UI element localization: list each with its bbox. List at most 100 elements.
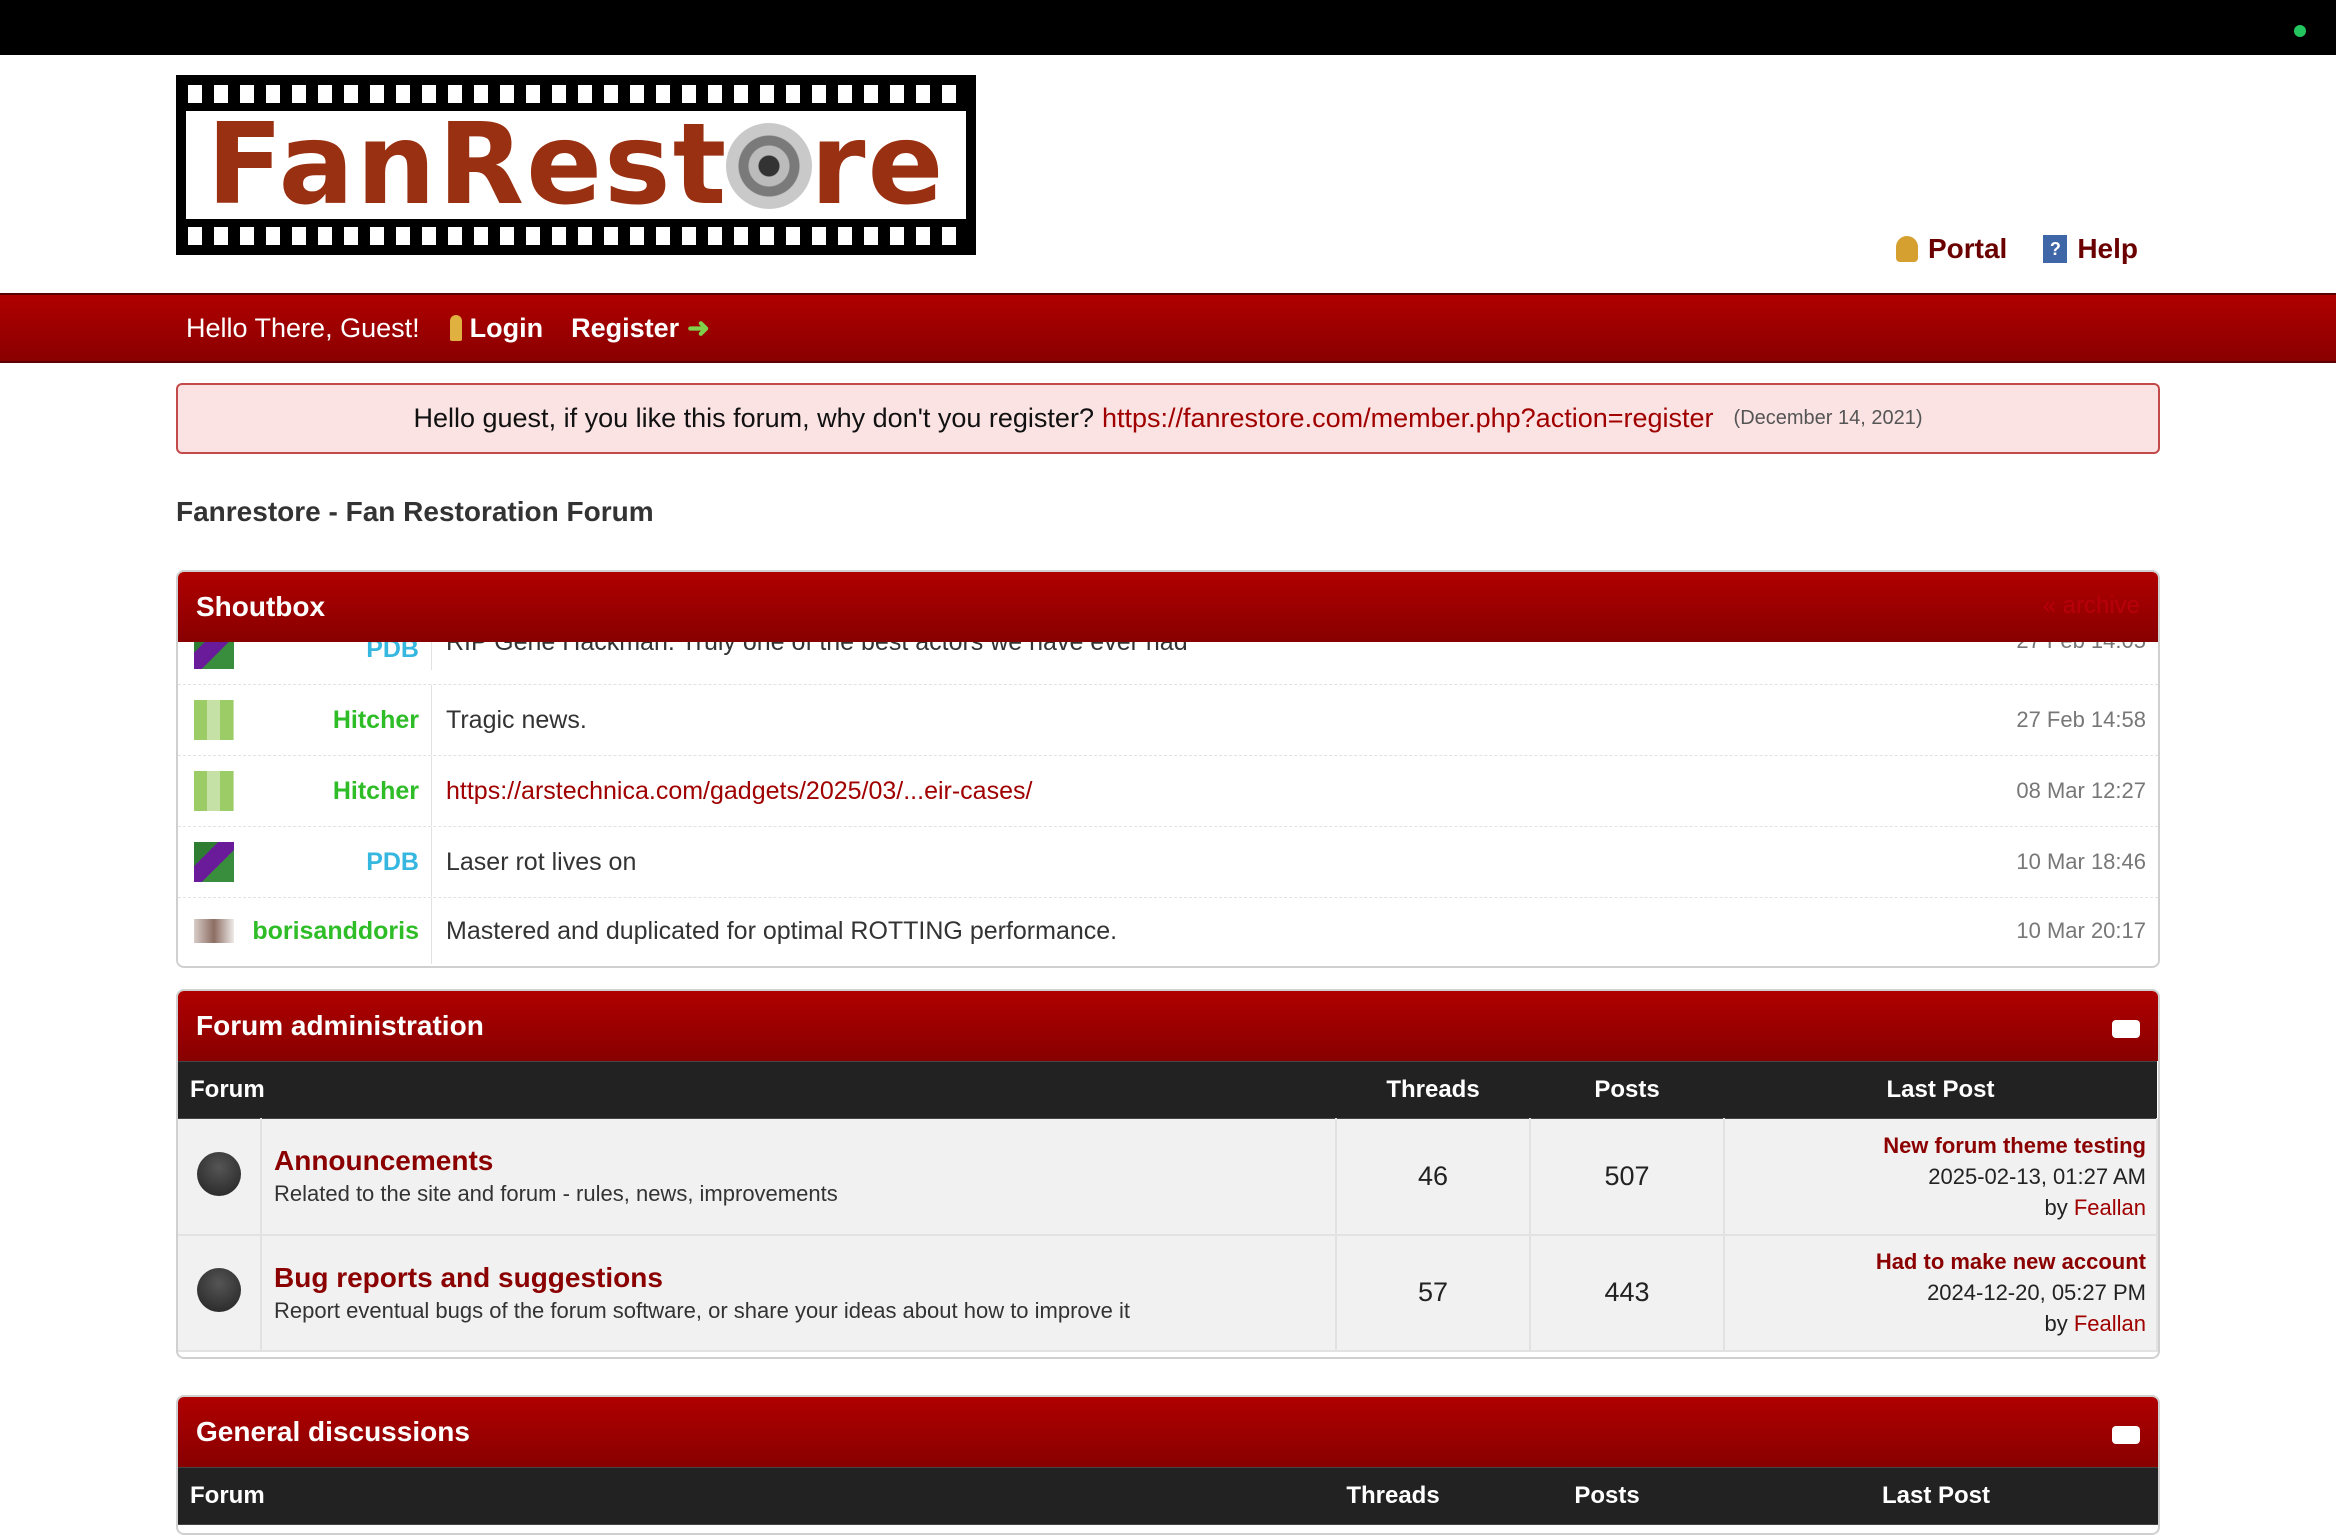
top-links: Portal ? Help — [1895, 233, 2138, 265]
site-logo[interactable]: FanRest re — [176, 75, 976, 255]
forum-status-icon — [197, 1151, 241, 1196]
post-count: 507 — [1530, 1118, 1725, 1236]
key-icon — [449, 315, 462, 341]
forum-status-cell — [178, 1234, 262, 1352]
category-header: General discussions — [178, 1397, 2158, 1467]
shout-username[interactable]: PDB — [366, 848, 419, 877]
last-post-user-link[interactable]: Feallan — [2074, 1195, 2146, 1220]
register-url-link[interactable]: https://fanrestore.com/member.php?action… — [1102, 403, 1714, 434]
last-post-cell: New forum theme testing 2025-02-13, 01:2… — [1724, 1118, 2158, 1236]
login-link[interactable]: Login — [449, 313, 543, 344]
col-forum: Forum — [178, 1467, 1286, 1525]
col-posts: Posts — [1530, 1061, 1724, 1119]
shout-row: PDB Laser rot lives on 10 Mar 18:46 — [178, 827, 2158, 898]
shout-time: 27 Feb 14:58 — [2016, 707, 2146, 732]
shout-message: RIP Gene Hackman. Truly one of the best … — [446, 642, 1188, 656]
shoutbox-title: Shoutbox — [196, 591, 326, 622]
register-link[interactable]: Register ➜ — [571, 313, 710, 344]
shout-message: https://arstechnica.com/gadgets/2025/03/… — [432, 777, 2016, 806]
avatar[interactable] — [194, 642, 234, 669]
shout-message: Mastered and duplicated for optimal ROTT… — [446, 916, 1118, 945]
forum-title-link[interactable]: Bug reports and suggestions — [274, 1262, 663, 1293]
avatar[interactable] — [194, 771, 234, 811]
avatar[interactable] — [194, 842, 234, 882]
last-post-date: 2024-12-20, 05:27 PM — [1927, 1280, 2146, 1305]
table-header-row: Forum Threads Posts Last Post — [178, 1061, 2157, 1119]
help-link[interactable]: ? Help — [2043, 233, 2138, 265]
shout-message: Laser rot lives on — [446, 847, 637, 876]
arrow-right-icon: ➜ — [687, 312, 710, 343]
shout-row: borisanddoris Mastered and duplicated fo… — [178, 898, 2158, 964]
shout-time: 10 Mar 20:17 — [2016, 918, 2146, 943]
shout-time: 27 Feb 14:05 — [2016, 642, 2158, 654]
col-posts: Posts — [1500, 1467, 1714, 1525]
col-threads: Threads — [1286, 1467, 1500, 1525]
forum-info-cell: Announcements Related to the site and fo… — [261, 1118, 1337, 1236]
film-reel-icon — [726, 123, 813, 210]
col-last-post: Last Post — [1714, 1467, 2158, 1525]
notice-text: Hello guest, if you like this forum, why… — [413, 403, 1094, 433]
category-title: General discussions — [196, 1416, 470, 1447]
site-header: FanRest re Portal ? Help — [0, 55, 2336, 293]
forum-description: Report eventual bugs of the forum softwa… — [274, 1297, 1131, 1323]
last-post-by: by Feallan — [2044, 1194, 2146, 1220]
shout-username[interactable]: Hitcher — [333, 706, 419, 735]
logo-inner: FanRest re — [186, 100, 966, 230]
register-notice: Hello guest, if you like this forum, why… — [176, 383, 2160, 454]
shout-link[interactable]: https://arstechnica.com/gadgets/2025/03/… — [446, 777, 1032, 805]
shout-user-cell: borisanddoris — [178, 898, 432, 964]
avatar[interactable] — [194, 919, 234, 943]
notice-date: (December 14, 2021) — [1733, 407, 1923, 429]
last-post-title-link[interactable]: New forum theme testing — [1726, 1130, 2146, 1161]
last-post-user-link[interactable]: Feallan — [2074, 1311, 2146, 1336]
bell-icon — [1895, 236, 1918, 262]
last-post-cell: Had to make new account 2024-12-20, 05:2… — [1724, 1234, 2158, 1352]
forum-status-icon — [197, 1268, 241, 1312]
thread-count: 46 — [1336, 1118, 1531, 1236]
shout-username[interactable]: Hitcher — [333, 777, 419, 806]
avatar[interactable] — [194, 700, 234, 740]
guest-greeting: Hello There, Guest! — [186, 312, 420, 343]
shout-user-cell: PDB — [178, 642, 432, 670]
table-row: Bug reports and suggestions Report event… — [178, 1234, 2158, 1352]
category-header: Forum administration — [178, 991, 2158, 1061]
forum-status-cell — [178, 1118, 262, 1236]
portal-link[interactable]: Portal — [1895, 233, 2007, 265]
category-forum-administration: Forum administration Forum Threads Posts… — [176, 989, 2160, 1359]
forum-title-link[interactable]: Announcements — [274, 1145, 493, 1176]
category-title: Forum administration — [196, 1010, 484, 1041]
film-perforation-bottom — [188, 227, 964, 245]
col-last-post: Last Post — [1724, 1061, 2157, 1119]
help-book-icon: ? — [2043, 235, 2068, 263]
col-threads: Threads — [1336, 1061, 1530, 1119]
shout-message: Tragic news. — [446, 705, 587, 734]
collapse-icon[interactable] — [2112, 1419, 2140, 1451]
category-general-discussions: General discussions Forum Threads Posts … — [176, 1395, 2160, 1535]
forum-table: Forum Threads Posts Last Post Announceme… — [178, 1061, 2158, 1352]
table-header-row: Forum Threads Posts Last Post — [178, 1467, 2158, 1525]
shout-user-cell: Hitcher — [178, 685, 432, 755]
last-post-date: 2025-02-13, 01:27 AM — [1928, 1163, 2146, 1189]
post-count: 443 — [1530, 1234, 1725, 1352]
last-post-title-link[interactable]: Had to make new account — [1726, 1246, 2146, 1277]
thread-count: 57 — [1336, 1234, 1531, 1352]
shout-row: Hitcher https://arstechnica.com/gadgets/… — [178, 756, 2158, 827]
shout-username[interactable]: PDB — [366, 642, 419, 664]
shout-row: Hitcher Tragic news. 27 Feb 14:58 — [178, 685, 2158, 756]
forum-info-cell: Bug reports and suggestions Report event… — [261, 1234, 1337, 1352]
shout-time: 08 Mar 12:27 — [2016, 778, 2146, 803]
shout-username[interactable]: borisanddoris — [252, 917, 419, 946]
last-post-by: by Feallan — [2044, 1311, 2146, 1336]
user-navbar: Hello There, Guest! Login Register ➜ — [0, 293, 2336, 363]
shout-user-cell: PDB — [178, 827, 432, 897]
shout-user-cell: Hitcher — [178, 756, 432, 826]
status-dot — [2294, 25, 2306, 37]
col-forum: Forum — [178, 1061, 1336, 1119]
forum-table: Forum Threads Posts Last Post — [178, 1467, 2158, 1525]
table-row: Announcements Related to the site and fo… — [178, 1118, 2158, 1236]
shoutbox-archive-link[interactable]: « archive — [2043, 592, 2140, 620]
page-title: Fanrestore - Fan Restoration Forum — [176, 496, 654, 527]
collapse-icon[interactable] — [2112, 1013, 2140, 1045]
logo-wordmark: FanRest re — [206, 100, 946, 230]
browser-top-bar — [0, 0, 2336, 55]
